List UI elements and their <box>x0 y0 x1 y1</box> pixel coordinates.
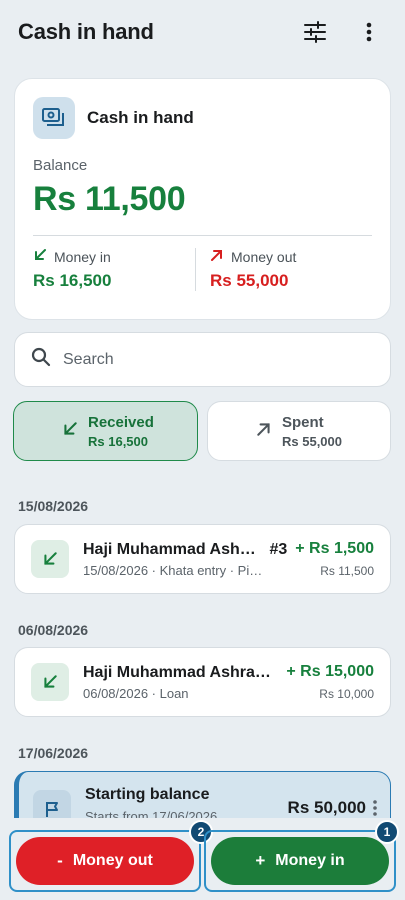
summary-title: Cash in hand <box>87 108 194 127</box>
starting-balance-title: Starting balance <box>85 786 210 803</box>
money-out-value: Rs 55,000 <box>210 271 289 290</box>
minus-icon: - <box>57 851 63 870</box>
arrow-down-left-icon <box>62 421 78 442</box>
spent-label: Spent <box>282 413 324 431</box>
money-in-highlight: + Money in <box>204 830 396 892</box>
top-app-bar: Cash in hand <box>0 0 405 64</box>
money-out-label: Money out <box>231 248 297 265</box>
page-title: Cash in hand <box>18 19 154 44</box>
money-in-label: Money in <box>54 248 111 265</box>
date-header: 17/06/2026 <box>18 745 89 761</box>
transaction-row[interactable]: Haji Muhammad Ash… 15/08/2026 · Khata en… <box>14 524 391 594</box>
transaction-row[interactable]: Haji Muhammad Ashra… 06/08/2026 · Loan +… <box>14 647 391 717</box>
balance-label: Balance <box>33 157 88 174</box>
arrow-down-left-icon <box>31 663 69 701</box>
transaction-meta: 06/08/2026 · Loan <box>83 685 189 701</box>
money-out-summary: Money out Rs 55,000 <box>195 248 372 291</box>
running-balance: Rs 10,000 <box>319 687 374 701</box>
transaction-amount: + Rs 15,000 <box>286 663 374 680</box>
arrow-up-right-icon <box>210 248 231 265</box>
cash-summary-card: Cash in hand Balance Rs 11,500 Money in … <box>14 78 391 320</box>
spent-filter-chip[interactable]: Spent Rs 55,000 <box>207 401 391 461</box>
cash-icon <box>33 97 75 139</box>
transaction-name: Haji Muhammad Ashra… <box>83 663 271 681</box>
arrow-down-left-icon <box>31 540 69 578</box>
money-out-button[interactable]: - Money out <box>16 837 194 885</box>
transaction-ref: #3 <box>269 541 288 558</box>
money-in-button-label: Money in <box>275 852 345 869</box>
transaction-amount: + Rs 1,500 <box>295 540 374 557</box>
balance-value: Rs 11,500 <box>33 180 186 218</box>
starting-balance-amount: Rs 50,000 <box>287 798 366 817</box>
arrow-down-left-icon <box>33 248 54 265</box>
money-out-highlight: - Money out <box>9 830 201 892</box>
sliders-icon[interactable] <box>297 14 333 50</box>
money-in-button[interactable]: + Money in <box>211 837 389 885</box>
received-label: Received <box>88 413 154 431</box>
money-out-button-label: Money out <box>72 852 153 869</box>
more-vertical-icon[interactable] <box>351 14 387 50</box>
plus-icon: + <box>255 851 266 870</box>
arrow-up-right-icon <box>256 421 272 442</box>
search-placeholder: Search <box>63 350 114 368</box>
money-in-value: Rs 16,500 <box>33 271 112 290</box>
divider <box>33 235 372 236</box>
search-input[interactable]: Search <box>14 332 391 387</box>
received-filter-chip[interactable]: Received Rs 16,500 <box>13 401 198 461</box>
search-icon <box>31 347 51 372</box>
step-badge: 1 <box>375 820 399 844</box>
received-amount: Rs 16,500 <box>88 433 148 449</box>
money-in-summary: Money in Rs 16,500 <box>33 248 195 291</box>
transaction-meta: 15/08/2026 · Khata entry · Pic… <box>83 562 266 578</box>
running-balance: Rs 11,500 <box>320 564 374 578</box>
date-header: 06/08/2026 <box>18 622 89 638</box>
spent-amount: Rs 55,000 <box>282 433 342 449</box>
transaction-name: Haji Muhammad Ash… <box>83 540 256 558</box>
date-header: 15/08/2026 <box>18 498 89 514</box>
